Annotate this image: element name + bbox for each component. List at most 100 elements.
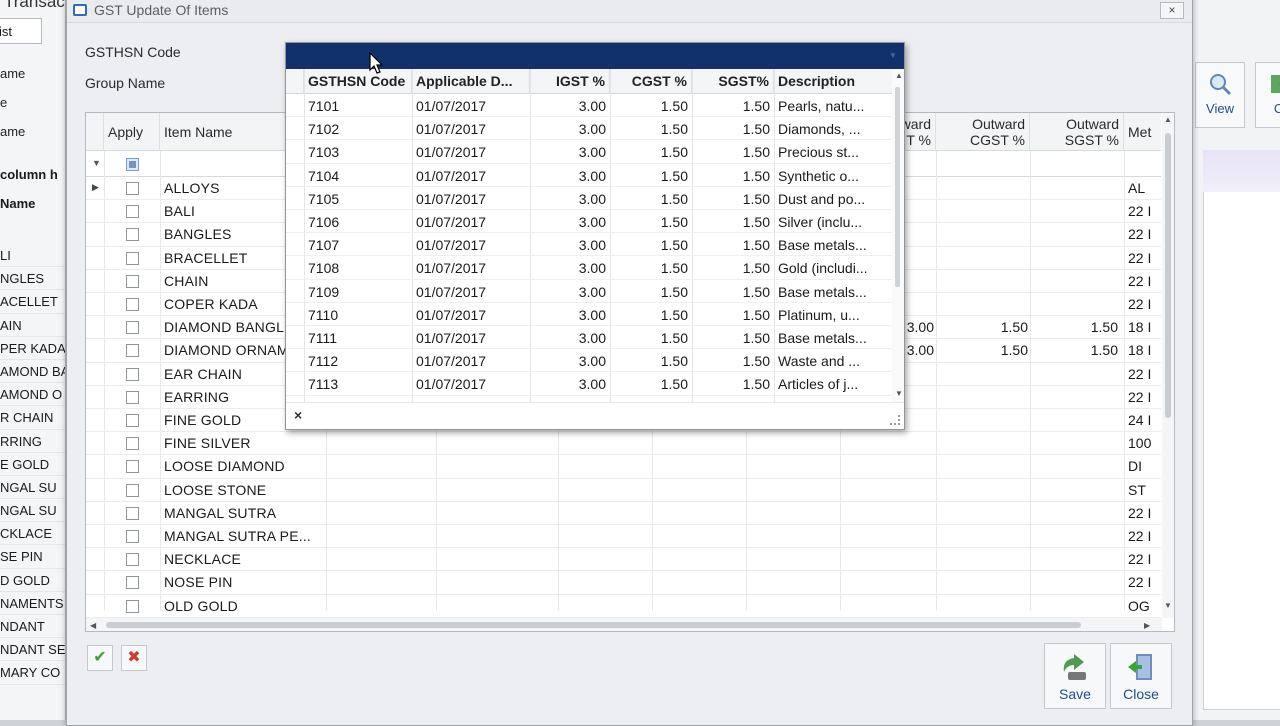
close-button[interactable]: Close <box>1110 643 1172 709</box>
apply-checkbox[interactable] <box>126 483 139 497</box>
apply-checkbox[interactable] <box>126 437 139 451</box>
popup-cell-code: 7109 <box>308 283 340 300</box>
popup-scroll-thumb[interactable] <box>895 87 900 287</box>
dialog-titlebar[interactable]: GST Update Of Items × <box>67 0 1192 23</box>
popup-row[interactable]: 7112 01/07/2017 3.00 1.50 1.50 Waste and ... <box>286 349 892 373</box>
scroll-left-icon[interactable]: ◀ <box>90 621 96 630</box>
table-row[interactable]: OLD GOLD OG <box>86 595 1161 618</box>
grid-header-metal[interactable]: Met <box>1124 113 1161 151</box>
table-row[interactable]: MANGAL SUTRA 22 I <box>86 502 1161 525</box>
popup-close-icon[interactable]: × <box>294 407 302 423</box>
resize-grip-icon[interactable] <box>890 415 900 425</box>
apply-checkbox[interactable] <box>126 576 139 590</box>
apply-checkbox[interactable] <box>126 599 139 613</box>
scroll-down-icon[interactable]: ▼ <box>1164 601 1172 610</box>
outward-sgst-cell: 1.50 <box>1090 319 1118 336</box>
popup-footer: × <box>286 402 904 429</box>
popup-row[interactable]: 7102 01/07/2017 3.00 1.50 1.50 Diamonds, ... <box>286 117 892 141</box>
apply-checkbox[interactable] <box>126 530 139 543</box>
popup-scroll-down-icon[interactable]: ▼ <box>895 389 903 398</box>
popup-vertical-scrollbar[interactable]: ▲ ▼ <box>892 69 904 402</box>
scroll-right-icon[interactable]: ▶ <box>1144 621 1150 630</box>
popup-cell-date: 01/07/2017 <box>416 190 487 207</box>
popup-row[interactable]: 7101 01/07/2017 3.00 1.50 1.50 Pearls, natu..… <box>286 94 892 118</box>
scroll-up-icon[interactable]: ▲ <box>1164 115 1172 124</box>
select-all-checkbox[interactable] <box>126 158 139 171</box>
apply-checkbox[interactable] <box>126 274 139 288</box>
popup-cell-sgst: 1.50 <box>742 144 770 161</box>
popup-header-description[interactable]: Description <box>774 69 892 94</box>
popup-cell-cgst: 1.50 <box>660 98 688 114</box>
apply-checkbox[interactable] <box>126 205 139 219</box>
dropdown-arrow-icon[interactable]: ▼ <box>889 51 897 60</box>
popup-header-date[interactable]: Applicable D... <box>412 69 530 94</box>
table-row[interactable]: FINE SILVER 100 <box>86 432 1161 456</box>
grid-header-apply[interactable]: Apply <box>104 113 160 151</box>
apply-cancel-button[interactable]: ✖ <box>121 645 147 671</box>
popup-cell-igst: 3.00 <box>578 167 606 184</box>
apply-checkbox[interactable] <box>126 367 139 381</box>
metal-cell: 22 I <box>1128 296 1152 312</box>
popup-row[interactable]: 7108 01/07/2017 3.00 1.50 1.50 Gold (includi.… <box>286 256 892 280</box>
popup-cell-code: 7107 <box>308 237 340 254</box>
popup-cell-code: 7104 <box>308 167 340 184</box>
popup-row[interactable]: 7109 01/07/2017 3.00 1.50 1.50 Base metals... <box>286 280 892 303</box>
background-list-item-text: SE PIN <box>0 549 43 565</box>
grid-horizontal-scroll-thumb[interactable] <box>106 622 1081 628</box>
metal-cell: 22 I <box>1128 388 1152 405</box>
popup-row[interactable]: 7104 01/07/2017 3.00 1.50 1.50 Synthetic o... <box>286 164 892 187</box>
popup-header-cgst[interactable]: CGST % <box>610 69 692 94</box>
popup-row[interactable]: 7103 01/07/2017 3.00 1.50 1.50 Precious st... <box>286 140 892 164</box>
table-row[interactable]: MANGAL SUTRA PE... 22 I <box>86 525 1161 549</box>
apply-checkbox[interactable] <box>126 390 139 404</box>
apply-checkbox[interactable] <box>126 460 139 474</box>
popup-cell-date: 01/07/2017 <box>416 306 487 323</box>
popup-row[interactable]: 7105 01/07/2017 3.00 1.50 1.50 Dust and po... <box>286 187 892 210</box>
apply-checkbox[interactable] <box>126 298 139 311</box>
popup-header-code[interactable]: GSTHSN Code <box>304 69 412 94</box>
apply-ok-button[interactable]: ✔ <box>87 645 113 671</box>
grid-header-outward-sgst[interactable]: Outward SGST % <box>1030 113 1124 151</box>
popup-row[interactable]: 7110 01/07/2017 3.00 1.50 1.50 Platinum, u... <box>286 303 892 326</box>
popup-cell-cgst: 1.50 <box>660 214 688 230</box>
item-name-cell: DIAMOND ORNAM <box>164 342 289 359</box>
background-list-item: NGAL SU <box>0 499 65 523</box>
apply-checkbox[interactable] <box>126 228 139 242</box>
popup-row[interactable]: 7111 01/07/2017 3.00 1.50 1.50 Base metals... <box>286 326 892 350</box>
popup-cell-desc: Base metals... <box>778 330 867 346</box>
popup-row[interactable]: 7107 01/07/2017 3.00 1.50 1.50 Base metals... <box>286 233 892 257</box>
background-view-label: View <box>1206 101 1234 116</box>
popup-row[interactable]: 7113 01/07/2017 3.00 1.50 1.50 Articles of j.… <box>286 372 892 396</box>
apply-checkbox[interactable] <box>126 321 139 335</box>
grid-horizontal-scrollbar[interactable]: ◀ ▶ <box>86 618 1162 631</box>
apply-checkbox[interactable] <box>126 506 139 520</box>
dialog-close-button[interactable]: × <box>1160 2 1184 19</box>
apply-checkbox[interactable] <box>126 553 139 567</box>
apply-checkbox[interactable] <box>126 182 139 195</box>
popup-cell-sgst: 1.50 <box>742 214 770 230</box>
popup-header-sgst[interactable]: SGST% <box>692 69 774 94</box>
background-right-panel: View Cl <box>1192 0 1280 720</box>
close-label: Close <box>1123 686 1159 702</box>
background-view-button[interactable]: View <box>1195 62 1245 128</box>
save-label: Save <box>1059 686 1091 702</box>
popup-header-igst[interactable]: IGST % <box>530 69 610 94</box>
table-row[interactable]: NECKLACE 22 I <box>86 548 1161 572</box>
background-tab[interactable]: ist <box>0 18 42 44</box>
popup-row[interactable]: 7106 01/07/2017 3.00 1.50 1.50 Silver (inclu.… <box>286 210 892 234</box>
apply-checkbox[interactable] <box>126 251 139 265</box>
table-row[interactable]: NOSE PIN 22 I <box>86 571 1161 595</box>
background-close-label: Cl <box>1273 101 1280 116</box>
apply-checkbox[interactable] <box>126 414 139 427</box>
grid-vertical-scrollbar[interactable]: ▲ ▼ <box>1162 113 1174 618</box>
save-button[interactable]: Save <box>1044 643 1106 709</box>
popup-scroll-up-icon[interactable]: ▲ <box>895 71 903 80</box>
item-name-cell: NECKLACE <box>164 551 242 568</box>
grid-header-outward-cgst[interactable]: Outward CGST % <box>936 113 1030 151</box>
table-row[interactable]: LOOSE DIAMOND DI <box>86 455 1161 479</box>
grid-vertical-scroll-thumb[interactable] <box>1165 133 1171 418</box>
apply-checkbox[interactable] <box>126 344 139 358</box>
table-row[interactable]: LOOSE STONE ST <box>86 479 1161 502</box>
background-close-button[interactable]: Cl <box>1255 62 1280 128</box>
background-list-item: AIN <box>0 314 65 337</box>
